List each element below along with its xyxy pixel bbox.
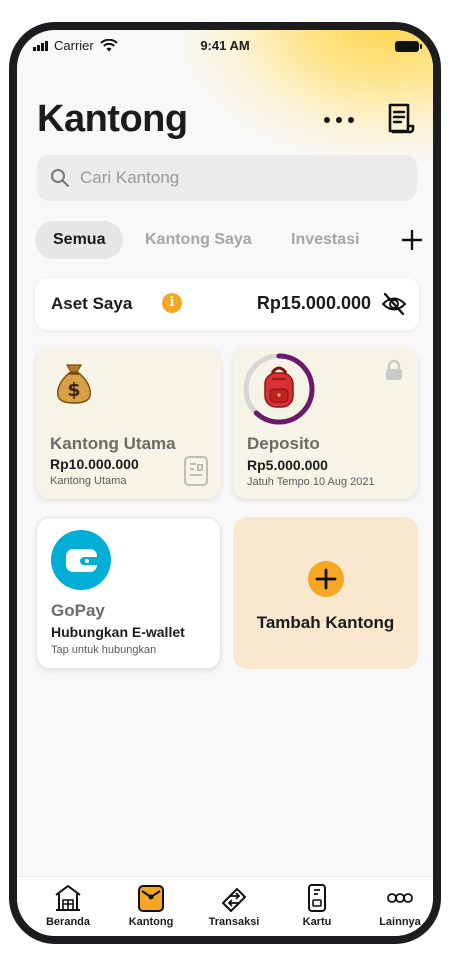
- battery-icon: [395, 41, 422, 52]
- add-tab-icon[interactable]: [401, 229, 423, 251]
- more-icon: [387, 893, 413, 903]
- phone-frame: Carrier 9:41 AM Kantong Semua Kantong Sa…: [9, 22, 441, 944]
- search-bar[interactable]: [37, 155, 417, 201]
- nav-lainnya[interactable]: Lainnya: [365, 883, 433, 928]
- app-screen: Carrier 9:41 AM Kantong Semua Kantong Sa…: [17, 30, 433, 936]
- tab-bar: Semua Kantong Saya Investasi: [29, 221, 429, 259]
- pocket-card-utama[interactable]: $ Kantong Utama Rp10.000.000 Kantong Uta…: [36, 347, 221, 499]
- page-title: Kantong: [37, 98, 188, 140]
- svg-text:$: $: [67, 379, 80, 401]
- wallet-icon: [138, 885, 164, 912]
- nav-kartu[interactable]: Kartu: [282, 883, 352, 928]
- plus-icon: [308, 561, 344, 597]
- eye-off-icon[interactable]: [381, 292, 407, 316]
- asset-label: Aset Saya: [51, 294, 133, 313]
- add-pocket-label: Tambah Kantong: [256, 613, 395, 632]
- nav-transaksi[interactable]: Transaksi: [199, 883, 269, 928]
- pocket-card-gopay[interactable]: GoPay Hubungkan E-wallet Tap untuk hubun…: [36, 517, 221, 669]
- tab-kantong-saya[interactable]: Kantong Saya: [145, 221, 252, 259]
- gopay-logo: [51, 530, 111, 590]
- maturity-date: Jatuh Tempo 10 Aug 2021: [247, 476, 375, 488]
- pocket-name: Kantong Utama: [50, 434, 176, 453]
- money-bag-icon: $: [57, 364, 91, 404]
- pocket-balance: Rp10.000.000: [50, 456, 139, 472]
- lock-icon: [386, 359, 402, 380]
- card-icon: [308, 884, 326, 912]
- search-icon: [51, 169, 69, 187]
- bottom-navigation: Beranda Kantong Transaksi Kartu Lainnya: [17, 876, 433, 936]
- info-icon[interactable]: i: [162, 293, 182, 313]
- pocket-balance: Rp5.000.000: [247, 457, 328, 473]
- pocket-subtitle: Tap untuk hubungkan: [51, 644, 157, 656]
- tab-semua[interactable]: Semua: [35, 221, 124, 259]
- pocket-name: Deposito: [247, 434, 320, 453]
- pocket-name: GoPay: [51, 601, 105, 620]
- tab-investasi[interactable]: Investasi: [291, 221, 359, 259]
- asset-amount: Rp15.000.000: [256, 293, 371, 313]
- add-pocket-button[interactable]: Tambah Kantong: [233, 517, 418, 669]
- more-options-button[interactable]: [324, 112, 354, 128]
- nav-kantong[interactable]: Kantong: [116, 883, 186, 928]
- search-input[interactable]: [80, 168, 380, 188]
- pocket-card-deposito[interactable]: Deposito Rp5.000.000 Jatuh Tempo 10 Aug …: [233, 347, 418, 499]
- home-icon: [55, 885, 81, 911]
- backpack-icon: [264, 366, 294, 408]
- clock: 9:41 AM: [200, 38, 250, 53]
- pocket-subtitle: Kantong Utama: [50, 475, 127, 487]
- status-bar: Carrier 9:41 AM: [17, 35, 433, 57]
- document-icon: [184, 456, 208, 486]
- receipt-icon[interactable]: [384, 102, 416, 136]
- transfer-icon: [222, 888, 246, 912]
- wallet-icon: [66, 549, 99, 572]
- nav-beranda[interactable]: Beranda: [33, 883, 103, 928]
- asset-summary: Aset Saya i Rp15.000.000: [35, 278, 419, 330]
- connect-ewallet-label: Hubungkan E-wallet: [51, 624, 185, 640]
- maturity-progress-ring: [243, 353, 315, 425]
